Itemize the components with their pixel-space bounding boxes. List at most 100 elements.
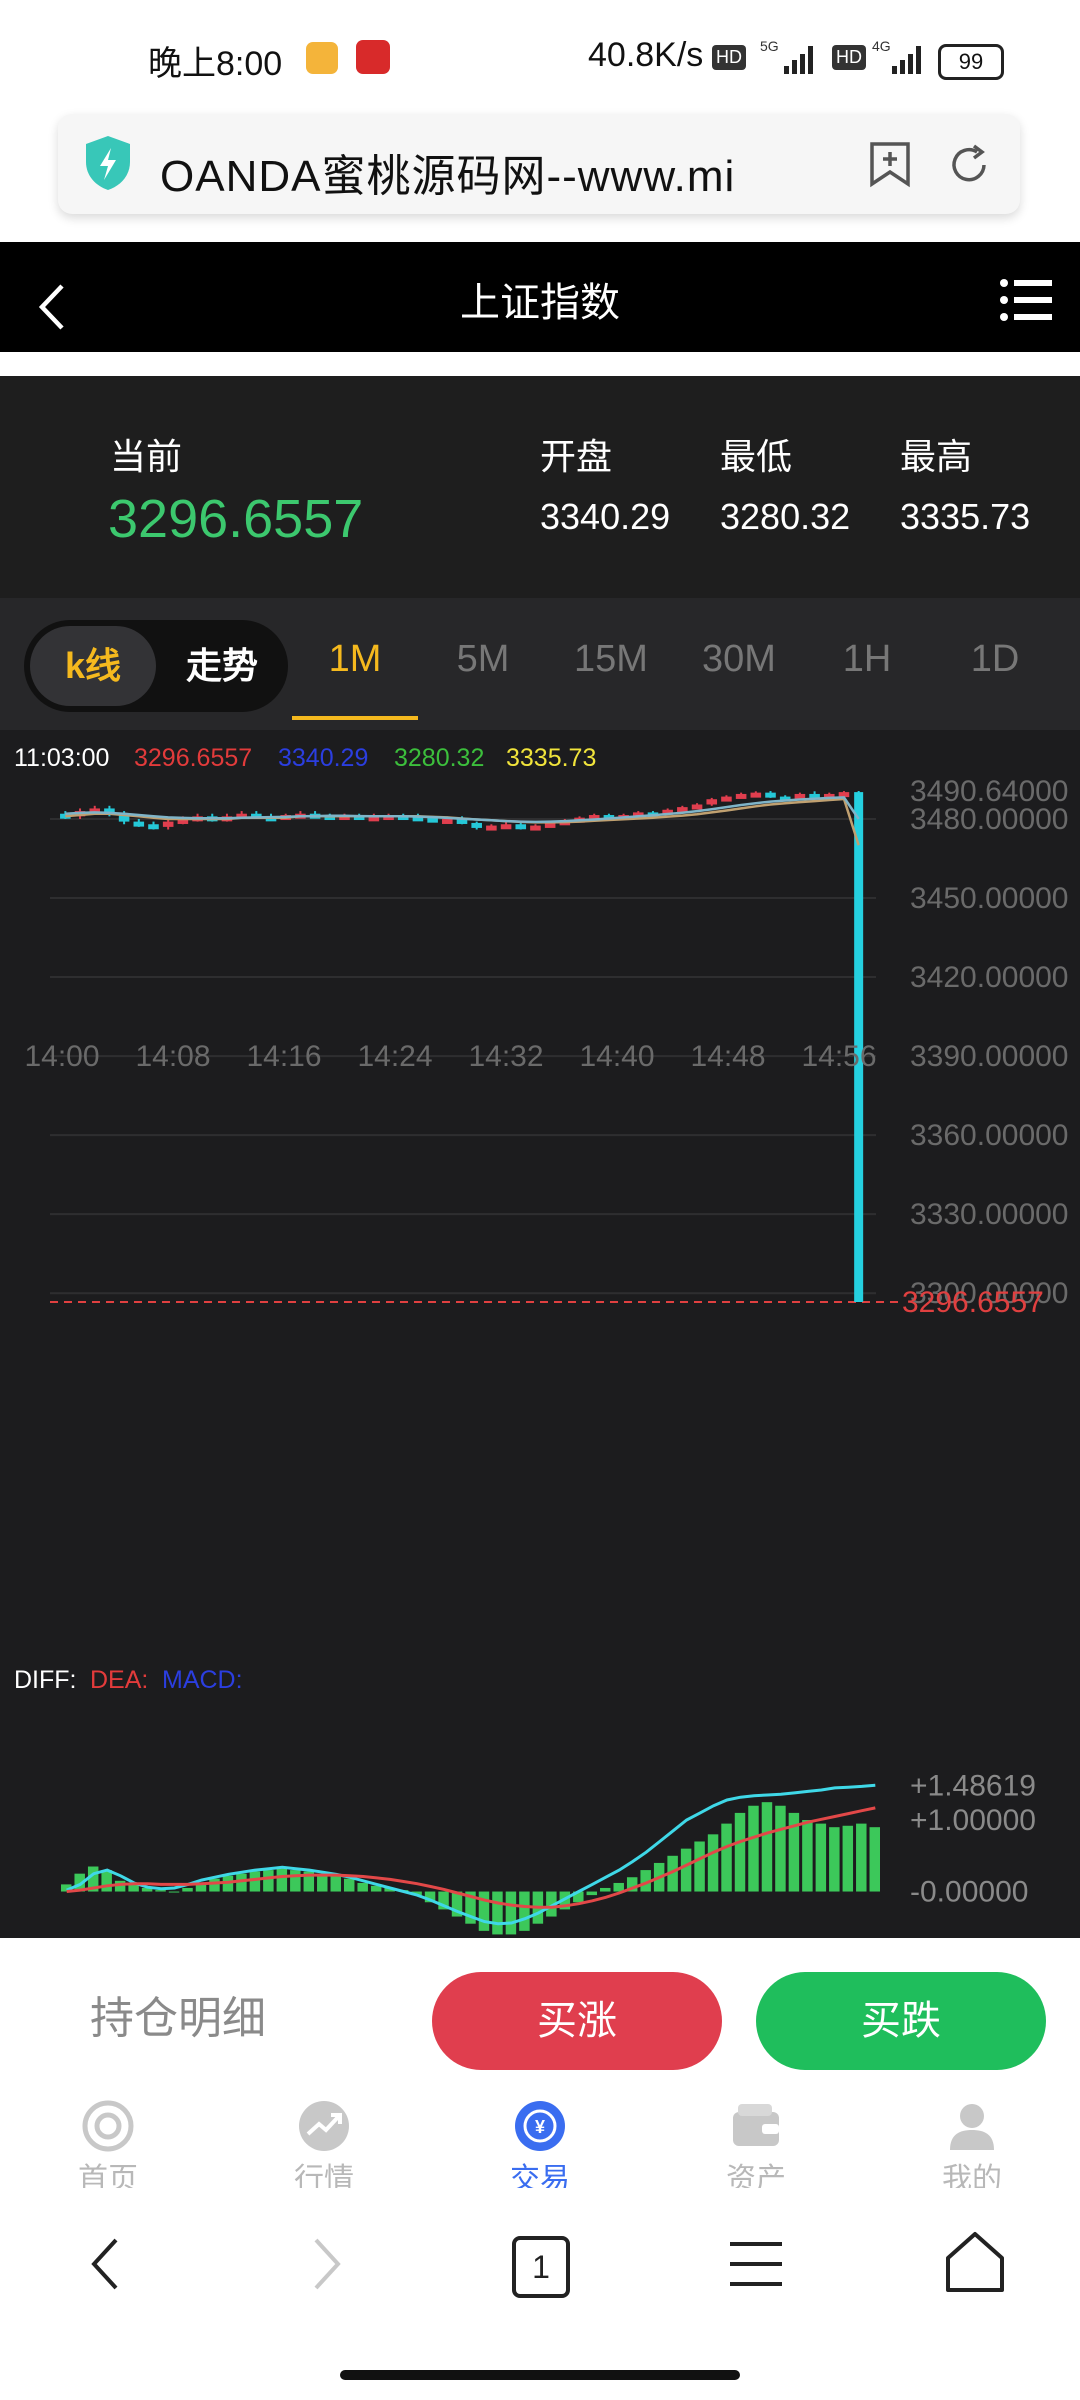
browser-back-icon[interactable] xyxy=(86,2236,122,2292)
browser-toolbar: 1 xyxy=(0,2194,1080,2400)
browser-url-area: OANDA蜜桃源码网--www.mi xyxy=(0,100,1080,242)
tab-5m[interactable]: 5M xyxy=(423,638,543,681)
macd-y-tick: +1.00000 xyxy=(910,1804,1036,1837)
candle xyxy=(721,796,732,802)
refresh-icon[interactable] xyxy=(946,142,992,188)
network-type-1: 5G xyxy=(760,38,779,54)
menu-icon[interactable] xyxy=(1000,278,1052,322)
chart-mode-toggle: k线 走势 xyxy=(24,620,288,712)
macd-bar xyxy=(263,1870,274,1892)
browser-menu-icon[interactable] xyxy=(728,2238,784,2290)
tab-trend[interactable]: 走势 xyxy=(160,626,284,706)
tab-1m[interactable]: 1M xyxy=(295,638,415,681)
y-tick-label: 3420.00000 xyxy=(910,961,1069,994)
macd-label: MACD: xyxy=(162,1666,243,1694)
hd-badge: HD xyxy=(712,45,746,70)
nav-assets[interactable]: 资产 xyxy=(686,2078,826,2194)
macd-dea-label: DEA: xyxy=(90,1666,148,1694)
quote-panel: 当前 3296.6557 开盘 3340.29 最低 3280.32 最高 33… xyxy=(0,376,1080,598)
tab-1h[interactable]: 1H xyxy=(807,638,927,681)
home-icon xyxy=(82,2100,134,2152)
shield-icon xyxy=(86,136,130,190)
tab-15m[interactable]: 15M xyxy=(551,638,671,681)
status-bar: 晚上8:00 40.8K/s HD 5G HD 4G 99 xyxy=(0,0,1080,100)
candle xyxy=(530,825,541,831)
macd-bar xyxy=(182,1887,193,1892)
app-header: 上证指数 xyxy=(0,242,1080,352)
candle xyxy=(486,825,497,831)
high-value: 3335.73 xyxy=(900,496,1031,537)
signal-icon-2 xyxy=(892,46,921,74)
candle xyxy=(133,821,145,827)
macd-bar xyxy=(842,1825,854,1892)
macd-bar xyxy=(168,1891,180,1893)
user-icon xyxy=(950,2104,994,2150)
nav-market[interactable]: 行情 xyxy=(254,2078,394,2194)
y-tick-label: 3360.00000 xyxy=(910,1119,1069,1152)
bookmark-add-icon[interactable] xyxy=(866,140,914,188)
macd-bar xyxy=(802,1820,813,1892)
candle xyxy=(765,792,776,798)
current-price-tag: 3296.6557 xyxy=(902,1286,1044,1319)
positions-link[interactable]: 持仓明细 xyxy=(90,1982,266,2046)
y-tick-label: 3480.00000 xyxy=(910,803,1069,836)
tab-30m[interactable]: 30M xyxy=(679,638,799,681)
x-tick-label: 14:24 xyxy=(357,1040,432,1073)
nav-home[interactable]: 首页 xyxy=(38,2078,178,2194)
nav-profile[interactable]: 我的 xyxy=(902,2078,1042,2194)
trade-icon: ¥ xyxy=(515,2101,565,2151)
x-tick-label: 14:40 xyxy=(579,1040,654,1073)
x-tick-label: 14:00 xyxy=(24,1040,99,1073)
nav-trade[interactable]: ¥ 交易 xyxy=(470,2078,610,2194)
url-text[interactable]: OANDA蜜桃源码网--www.mi xyxy=(160,140,850,204)
buy-up-button[interactable]: 买涨 xyxy=(432,1972,722,2070)
candle xyxy=(706,799,718,805)
trend-icon xyxy=(299,2101,349,2151)
address-bar[interactable]: OANDA蜜桃源码网--www.mi xyxy=(58,114,1020,214)
macd-bar xyxy=(748,1805,759,1892)
status-time: 晚上8:00 xyxy=(148,45,283,83)
current-price: 3296.6557 xyxy=(108,489,364,549)
macd-bar xyxy=(492,1891,503,1935)
macd-bar xyxy=(734,1812,746,1892)
candle xyxy=(500,824,512,830)
tabs-count-button[interactable]: 1 xyxy=(512,2236,570,2298)
hd-badge-2: HD xyxy=(832,45,866,70)
macd-y-tick: -0.00000 xyxy=(910,1876,1028,1909)
chart-area[interactable]: 11:03:00 3296.6557 3340.29 3280.32 3335.… xyxy=(0,730,1080,1938)
info-time: 11:03:00 xyxy=(14,744,109,772)
macd-bar xyxy=(694,1841,705,1892)
macd-bar xyxy=(209,1878,220,1892)
macd-bar xyxy=(869,1827,880,1892)
kline-chart[interactable]: 11:03:00 3296.6557 3340.29 3280.32 3335.… xyxy=(0,730,1080,1938)
info-low: 3280.32 xyxy=(394,744,484,772)
macd-bar xyxy=(155,1890,166,1892)
macd-bar xyxy=(707,1834,719,1892)
y-tick-label: 3450.00000 xyxy=(910,882,1069,915)
buy-down-button[interactable]: 买跌 xyxy=(756,1972,1046,2070)
current-label: 当前 xyxy=(110,436,183,477)
macd-bar xyxy=(505,1891,517,1935)
macd-bar xyxy=(586,1891,598,1896)
browser-home-icon[interactable] xyxy=(944,2230,1006,2294)
nav-profile-label: 我的 xyxy=(942,2163,1002,2188)
y-tick-label: 3330.00000 xyxy=(910,1198,1069,1231)
x-tick-label: 14:48 xyxy=(690,1040,765,1073)
candle xyxy=(735,793,747,799)
header-divider xyxy=(0,352,1080,376)
macd-bar xyxy=(761,1802,773,1892)
info-current: 3296.6557 xyxy=(134,744,252,772)
bottom-nav: 首页 行情 ¥ 交易 资产 我的 xyxy=(0,2078,1080,2195)
candle xyxy=(442,818,453,824)
x-tick-label: 14:32 xyxy=(468,1040,543,1073)
macd-y-tick: +1.48619 xyxy=(910,1769,1036,1802)
x-tick-label: 14:16 xyxy=(246,1040,321,1073)
tab-kline[interactable]: k线 xyxy=(30,626,156,706)
x-tick-label: 14:56 xyxy=(801,1040,876,1073)
browser-forward-icon[interactable] xyxy=(310,2236,346,2292)
info-high: 3335.73 xyxy=(506,744,596,772)
tab-1d[interactable]: 1D xyxy=(935,638,1055,681)
nav-home-label: 首页 xyxy=(78,2163,138,2188)
low-value: 3280.32 xyxy=(720,496,851,537)
wallet-icon xyxy=(733,2104,779,2146)
